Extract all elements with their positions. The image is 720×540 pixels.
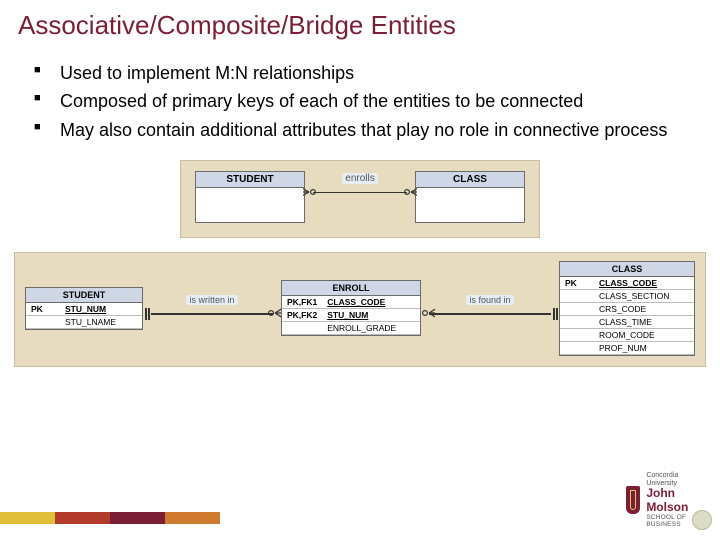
crowfoot-many-icon bbox=[267, 306, 281, 320]
table-row: PROF_NUM bbox=[560, 341, 694, 354]
bullet-item: Used to implement M:N relationships bbox=[60, 61, 670, 85]
bullet-item: Composed of primary keys of each of the … bbox=[60, 89, 670, 113]
crowfoot-many-icon bbox=[403, 185, 417, 199]
slide-title: Associative/Composite/Bridge Entities bbox=[0, 0, 720, 41]
slide-footer: Concordia University John Molson SCHOOL … bbox=[0, 498, 720, 540]
table-row: ENROLL_GRADE bbox=[282, 322, 420, 335]
bullet-list: Used to implement M:N relationships Comp… bbox=[0, 41, 720, 142]
entity-header: CLASS bbox=[560, 262, 694, 277]
relation-is-written-in: is written in bbox=[143, 295, 281, 321]
table-row: PK,FK2STU_NUM bbox=[282, 309, 420, 322]
table-row: CLASS_SECTION bbox=[560, 289, 694, 302]
school-name: John Molson bbox=[646, 487, 696, 513]
bottom-erd-diagram: STUDENT PKSTU_NUM STU_LNAME is written i… bbox=[14, 252, 706, 367]
entity-enroll: ENROLL PK,FK1CLASS_CODE PK,FK2STU_NUM EN… bbox=[281, 280, 421, 336]
top-erd-diagram: STUDENT enrolls CLASS bbox=[0, 160, 720, 238]
one-and-only-one-icon bbox=[551, 308, 559, 320]
entity-header: ENROLL bbox=[282, 281, 420, 296]
relation-label: is found in bbox=[466, 295, 513, 305]
page-marker-icon bbox=[692, 510, 712, 530]
entity-header: STUDENT bbox=[196, 172, 304, 188]
school-subtitle: SCHOOL OF BUSINESS bbox=[646, 514, 696, 528]
university-name: Concordia University bbox=[646, 472, 696, 487]
entity-class: CLASS PKCLASS_CODE CLASS_SECTION CRS_COD… bbox=[559, 261, 695, 356]
table-row: CRS_CODE bbox=[560, 302, 694, 315]
table-row: PK,FK1CLASS_CODE bbox=[282, 296, 420, 309]
relation-label: enrolls bbox=[342, 173, 377, 184]
table-row: PKSTU_NUM bbox=[26, 303, 142, 316]
relation-is-found-in: is found in bbox=[421, 295, 559, 321]
entity-header: CLASS bbox=[416, 172, 524, 188]
table-row: CLASS_TIME bbox=[560, 315, 694, 328]
entity-header: STUDENT bbox=[26, 288, 142, 303]
relation-label: is written in bbox=[186, 295, 237, 305]
entity-student-top: STUDENT bbox=[195, 171, 305, 223]
bullet-item: May also contain additional attributes t… bbox=[60, 118, 670, 142]
entity-class-top: CLASS bbox=[415, 171, 525, 223]
crest-icon bbox=[626, 486, 640, 514]
table-row: PKCLASS_CODE bbox=[560, 277, 694, 290]
relation-enrolls: enrolls bbox=[305, 171, 415, 200]
brand-stripe bbox=[0, 512, 220, 524]
one-and-only-one-icon bbox=[143, 308, 151, 320]
table-row: STU_LNAME bbox=[26, 315, 142, 328]
entity-student: STUDENT PKSTU_NUM STU_LNAME bbox=[25, 287, 143, 330]
school-logo: Concordia University John Molson SCHOOL … bbox=[626, 472, 696, 528]
table-row: ROOM_CODE bbox=[560, 328, 694, 341]
